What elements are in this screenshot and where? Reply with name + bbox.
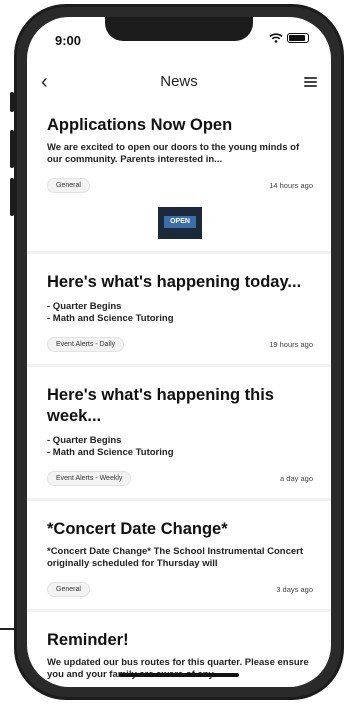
news-title: Reminder! xyxy=(47,631,129,649)
status-icons xyxy=(269,33,309,43)
news-title: *Concert Date Change* xyxy=(47,520,228,538)
news-excerpt: We updated our bus routes for this quart… xyxy=(47,657,309,680)
category-tag[interactable]: Event Alerts - Daily xyxy=(47,337,125,352)
news-excerpt: We are excited to open our doors to the … xyxy=(47,142,300,165)
news-item[interactable]: *Concert Date Change* *Concert Date Chan… xyxy=(27,501,331,612)
news-time: 19 hours ago xyxy=(269,340,313,349)
news-time: a day ago xyxy=(280,474,313,483)
side-button xyxy=(10,178,14,216)
phone-screen: 9:00 ‹ News Applications Now Open We are… xyxy=(27,17,331,687)
category-tag[interactable]: General xyxy=(47,178,90,193)
battery-icon xyxy=(287,33,309,43)
news-item[interactable]: Here's what's happening today... - Quart… xyxy=(27,254,331,367)
status-time: 9:00 xyxy=(55,33,82,48)
side-button xyxy=(10,130,14,168)
category-tag[interactable]: Event Alerts - Weekly xyxy=(47,471,132,486)
news-title: Applications Now Open xyxy=(47,116,233,134)
news-excerpt: *Concert Date Change* The School Instrum… xyxy=(47,546,304,569)
news-title: Here's what's happening this week... xyxy=(47,386,274,425)
news-thumbnail[interactable]: OPEN xyxy=(158,207,202,239)
notch xyxy=(105,17,253,41)
nav-bar: ‹ News xyxy=(27,69,331,97)
news-item[interactable]: Here's what's happening this week... - Q… xyxy=(27,367,331,501)
news-time: 3 days ago xyxy=(276,585,313,594)
news-excerpt-line: - Quarter Begins xyxy=(47,301,122,312)
news-item[interactable]: Reminder! We updated our bus routes for … xyxy=(27,612,331,681)
page-title: News xyxy=(160,73,198,90)
news-item[interactable]: Applications Now Open We are excited to … xyxy=(27,107,331,254)
news-excerpt-line: - Math and Science Tutoring xyxy=(47,313,174,324)
menu-icon[interactable] xyxy=(304,77,317,87)
phone-frame: 9:00 ‹ News Applications Now Open We are… xyxy=(14,4,344,700)
news-excerpt-line: - Math and Science Tutoring xyxy=(47,447,174,458)
wifi-icon xyxy=(269,33,283,43)
news-excerpt-line: - Quarter Begins xyxy=(47,435,122,446)
side-button xyxy=(10,92,14,112)
thumbnail-label: OPEN xyxy=(164,216,196,228)
news-title: Here's what's happening today... xyxy=(47,273,302,291)
news-feed[interactable]: Applications Now Open We are excited to … xyxy=(27,107,331,687)
home-indicator[interactable] xyxy=(119,673,239,677)
category-tag[interactable]: General xyxy=(47,582,90,597)
news-time: 14 hours ago xyxy=(269,181,313,190)
